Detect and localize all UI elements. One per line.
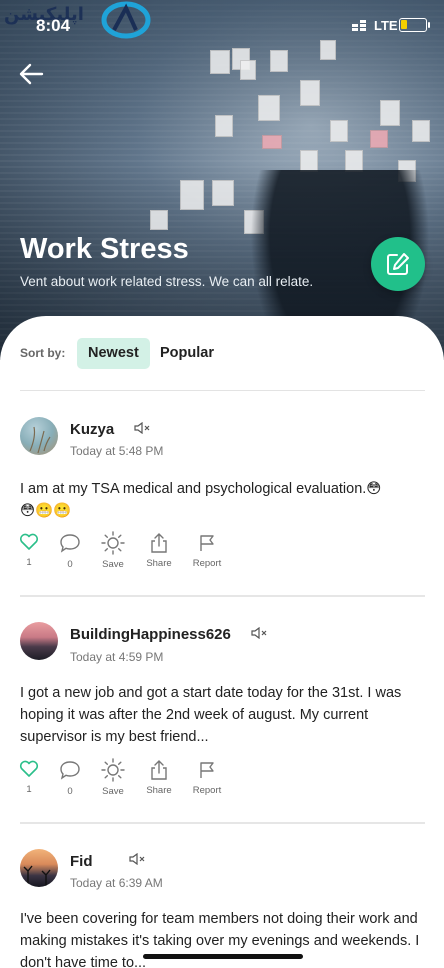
sort-label: Sort by: (20, 346, 66, 360)
like-count: 1 (26, 784, 32, 795)
share-button[interactable]: Share (139, 532, 179, 569)
post-timestamp: Today at 6:39 AM (70, 876, 163, 890)
signal-icon (352, 20, 366, 31)
avatar[interactable] (20, 417, 58, 455)
logo-mark-icon (101, 1, 151, 39)
like-count: 1 (26, 557, 32, 568)
comment-icon (60, 534, 80, 553)
report-button[interactable]: Report (187, 761, 227, 796)
page-subtitle: Vent about work related stress. We can a… (20, 274, 314, 289)
clock-time: 8:04 (36, 16, 71, 35)
mute-icon[interactable] (134, 422, 150, 434)
battery-icon (399, 18, 427, 32)
comment-button[interactable]: 0 (50, 760, 90, 797)
save-icon (101, 758, 125, 782)
like-button[interactable]: 1 (9, 760, 49, 795)
home-indicator[interactable] (143, 954, 303, 959)
post-timestamp: Today at 4:59 PM (70, 650, 164, 664)
comment-icon (60, 761, 80, 780)
divider (20, 390, 425, 391)
post-username[interactable]: BuildingHappiness626 (70, 626, 231, 643)
report-label: Report (192, 558, 222, 569)
post-body[interactable]: I've been covering for team members not … (20, 908, 430, 968)
share-icon (151, 533, 167, 553)
save-icon (101, 531, 125, 555)
hero-background-image (0, 0, 444, 360)
comment-button[interactable]: 0 (50, 533, 90, 570)
report-flag-icon (200, 535, 214, 551)
comment-count: 0 (67, 786, 73, 797)
like-button[interactable]: 1 (9, 533, 49, 568)
divider (20, 595, 425, 597)
watermark-logo: اپلیکیشن (0, 0, 151, 40)
post-username[interactable]: Fid (70, 853, 93, 870)
share-label: Share (146, 785, 172, 796)
report-flag-icon (200, 762, 214, 778)
share-label: Share (146, 558, 172, 569)
divider (20, 822, 425, 824)
save-label: Save (102, 559, 124, 570)
avatar[interactable] (20, 849, 58, 887)
share-icon (151, 760, 167, 780)
save-button[interactable]: Save (93, 531, 133, 570)
header-hero: اپلیکیشن 8:04 LTE Work Stress Vent about… (0, 0, 444, 360)
sort-tab-popular[interactable]: Popular (149, 338, 225, 369)
avatar[interactable] (20, 622, 58, 660)
page-title: Work Stress (20, 233, 189, 265)
save-label: Save (102, 786, 124, 797)
post-body[interactable]: I am at my TSA medical and psychological… (20, 478, 430, 522)
compose-post-button[interactable] (371, 237, 425, 291)
mute-icon[interactable] (251, 627, 267, 639)
comment-count: 0 (67, 559, 73, 570)
sort-tab-newest[interactable]: Newest (77, 338, 150, 369)
report-label: Report (192, 785, 222, 796)
share-button[interactable]: Share (139, 759, 179, 796)
report-button[interactable]: Report (187, 534, 227, 569)
post-timestamp: Today at 5:48 PM (70, 444, 164, 458)
save-button[interactable]: Save (93, 758, 133, 797)
network-type: LTE (374, 18, 398, 33)
battery-cap (428, 22, 430, 28)
heart-icon (19, 760, 39, 777)
back-button[interactable] (18, 62, 44, 86)
heart-icon (19, 533, 39, 550)
battery-level (401, 20, 407, 29)
post-body[interactable]: I got a new job and got a start date tod… (20, 682, 430, 748)
status-bar: اپلیکیشن 8:04 LTE (0, 0, 444, 50)
mute-icon[interactable] (129, 853, 145, 865)
back-arrow-icon (19, 63, 44, 85)
post-username[interactable]: Kuzya (70, 421, 114, 438)
compose-icon (387, 253, 409, 275)
